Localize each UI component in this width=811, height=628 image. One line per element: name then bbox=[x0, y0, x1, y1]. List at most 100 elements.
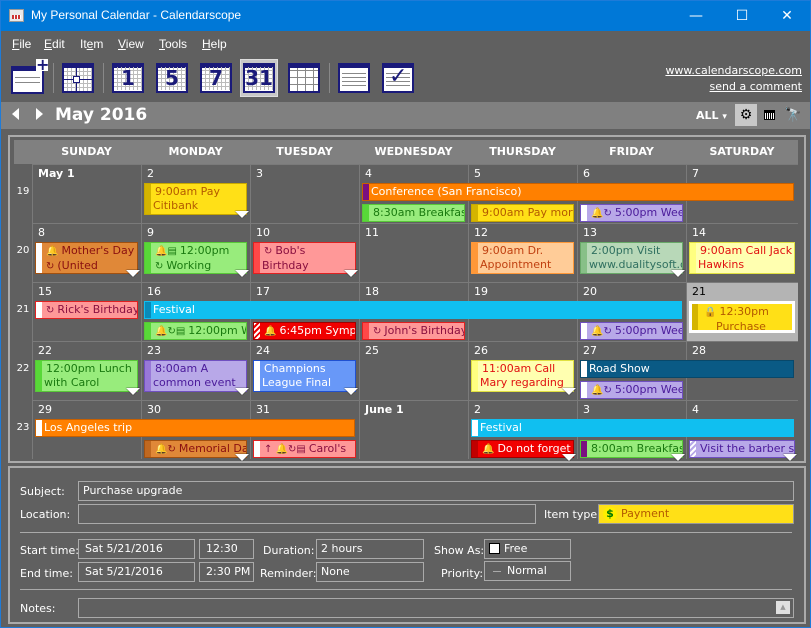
menu-item[interactable]: Item bbox=[80, 37, 103, 51]
more-items-indicator[interactable] bbox=[235, 388, 249, 395]
next-month-button[interactable] bbox=[36, 108, 43, 120]
day-cell[interactable]: 11 bbox=[359, 223, 468, 282]
event-status-icons: 🔔 bbox=[482, 444, 495, 455]
year-view-icon bbox=[288, 63, 320, 93]
tasks-view-button[interactable]: ✓ bbox=[379, 59, 417, 97]
day-cell[interactable]: 3 bbox=[250, 164, 359, 223]
notes-input[interactable]: ▲ bbox=[78, 598, 794, 618]
more-items-indicator[interactable] bbox=[344, 270, 358, 277]
multi-day-event[interactable]: Festival bbox=[144, 301, 682, 319]
more-items-indicator[interactable] bbox=[126, 388, 140, 395]
day-cell[interactable]: 25 bbox=[359, 341, 468, 400]
menu-help[interactable]: Help bbox=[202, 37, 227, 51]
calendar-event[interactable]: 12:00pm Lunch with Carol bbox=[35, 360, 138, 392]
end-time-input[interactable]: 2:30 PM bbox=[199, 562, 254, 582]
calendar-event[interactable]: 8:00am Breakfast with bbox=[580, 440, 683, 458]
start-date-input[interactable]: Sat 5/21/2016 bbox=[78, 539, 195, 559]
workweek-view-button[interactable]: 5 bbox=[153, 59, 191, 97]
multi-day-event[interactable]: Festival bbox=[471, 419, 794, 437]
calendar-event[interactable]: ↑ 🔔↻▤ Carol's bbox=[253, 440, 356, 458]
find-button[interactable]: 🔭 bbox=[782, 104, 804, 126]
calendar-event[interactable]: 🔔Mother's Day ↻(United States) bbox=[35, 242, 138, 274]
more-items-indicator[interactable] bbox=[671, 270, 685, 277]
list-view-button[interactable] bbox=[335, 59, 373, 97]
calendar-event[interactable]: 9:00am Pay Citibank bbox=[144, 183, 247, 215]
settings-button[interactable]: ⚙ bbox=[735, 104, 757, 126]
maximize-button[interactable]: ☐ bbox=[719, 1, 765, 31]
website-link[interactable]: www.calendarscope.com bbox=[665, 63, 802, 79]
duration-input[interactable]: 2 hours bbox=[316, 539, 424, 559]
menu-view[interactable]: View bbox=[118, 37, 144, 51]
recurring-icon: ↻ bbox=[46, 261, 55, 272]
calendar-event[interactable]: Champions League Final bbox=[253, 360, 356, 392]
calendar-event[interactable]: ↻ John's Birthday bbox=[362, 322, 465, 340]
priority-select[interactable]: Normal bbox=[484, 561, 571, 581]
more-items-indicator[interactable] bbox=[235, 211, 249, 218]
calendar-event[interactable]: 8:30am Breakfast with bbox=[362, 204, 465, 222]
selected-event[interactable]: 🔒 12:30pm Purchase bbox=[689, 301, 795, 333]
calendar-picker-button[interactable] bbox=[758, 104, 780, 126]
more-items-indicator[interactable] bbox=[671, 454, 685, 461]
event-title: 8:00am Breakfast with bbox=[591, 442, 682, 455]
multi-day-event[interactable]: Los Angeles trip bbox=[35, 419, 355, 437]
subject-input[interactable]: Purchase upgrade bbox=[78, 481, 794, 501]
multi-day-event[interactable]: Conference (San Francisco) bbox=[362, 183, 794, 201]
day-number: 21 bbox=[692, 285, 706, 298]
menu-file[interactable]: File bbox=[12, 37, 31, 51]
subject-label: Subject: bbox=[20, 485, 65, 498]
calendar-event[interactable]: 9:00am Dr. Appointment bbox=[471, 242, 574, 274]
calendar-event[interactable]: 🔔↻5:00pm Weekly bbox=[580, 381, 683, 399]
calendar-event[interactable]: 🔔↻▤12:00pm Working bbox=[144, 322, 247, 340]
new-item-button[interactable]: + bbox=[8, 57, 49, 97]
menu-tools[interactable]: Tools bbox=[159, 37, 187, 51]
calendar-event[interactable]: 🔔↻5:00pm Weekly bbox=[580, 204, 683, 222]
goto-date-button[interactable] bbox=[59, 59, 97, 97]
day-number: 23 bbox=[147, 344, 161, 357]
show-as-select[interactable]: Free bbox=[484, 539, 571, 559]
day-cell[interactable]: June 1 bbox=[359, 400, 468, 459]
calendar-event[interactable]: 🔔↻Memorial Day bbox=[144, 440, 247, 458]
more-items-indicator[interactable] bbox=[235, 454, 249, 461]
more-items-indicator[interactable] bbox=[126, 270, 140, 277]
more-items-indicator[interactable] bbox=[344, 388, 358, 395]
minimize-button[interactable]: — bbox=[673, 1, 719, 31]
day-number: 16 bbox=[147, 285, 161, 298]
calendar-event[interactable]: 2:00pm Visit www.dualitysoft.com bbox=[580, 242, 683, 274]
calendar-event[interactable]: 9:00am Pay mortgage bbox=[471, 204, 574, 222]
year-view-button[interactable] bbox=[285, 59, 323, 97]
close-button[interactable]: ✕ bbox=[764, 1, 810, 31]
day-view-button[interactable]: 1 bbox=[109, 59, 147, 97]
menu-edit[interactable]: Edit bbox=[44, 37, 65, 51]
previous-month-button[interactable] bbox=[12, 108, 19, 120]
calendar-event[interactable]: 🔔6:45pm Symphony bbox=[253, 322, 356, 340]
send-comment-link[interactable]: send a comment bbox=[665, 79, 802, 95]
calendar-event[interactable]: 11:00am Call Mary regarding bbox=[471, 360, 574, 392]
calendar-event[interactable]: 🔔 Do not forget bbox=[471, 440, 574, 458]
multi-day-event[interactable]: Road Show bbox=[580, 360, 794, 378]
notes-scroll-up-button[interactable]: ▲ bbox=[776, 601, 790, 614]
more-items-indicator[interactable] bbox=[235, 270, 249, 277]
more-items-indicator[interactable] bbox=[562, 388, 576, 395]
end-date-input[interactable]: Sat 5/21/2016 bbox=[78, 562, 195, 582]
calendar-event[interactable]: Visit the barber shop bbox=[689, 440, 795, 458]
calendar-event[interactable]: ↻Bob's Birthday(56 years) bbox=[253, 242, 356, 274]
calendar-event[interactable]: 🔔↻5:00pm Weekly bbox=[580, 322, 683, 340]
calendar-event[interactable]: ↻ Rick's Birthday bbox=[35, 301, 138, 319]
tasks-view-icon: ✓ bbox=[382, 63, 414, 93]
event-line: ↻ John's Birthday bbox=[371, 324, 464, 337]
reminder-select[interactable]: None bbox=[316, 562, 424, 582]
calendar-event[interactable]: 🔔▤ 12:00pm ↻ Working bbox=[144, 242, 247, 274]
event-title: 5:00pm Weekly bbox=[614, 206, 683, 219]
menu-label: dit bbox=[52, 37, 65, 51]
calendar-event[interactable]: 9:00am Call Jack Hawkins bbox=[689, 242, 795, 274]
location-input[interactable] bbox=[78, 504, 536, 524]
more-items-indicator[interactable] bbox=[783, 454, 797, 461]
month-view-button[interactable]: 31 bbox=[240, 59, 278, 97]
week-view-button[interactable]: 7 bbox=[197, 59, 235, 97]
item-type-select[interactable]: $ Payment bbox=[598, 504, 794, 524]
category-filter-dropdown[interactable]: ALL ▾ bbox=[696, 109, 727, 122]
day-cell[interactable]: May 1 bbox=[32, 164, 141, 223]
more-items-indicator[interactable] bbox=[562, 454, 576, 461]
start-time-input[interactable]: 12:30 PM bbox=[199, 539, 254, 573]
calendar-event[interactable]: 8:00am A common event bbox=[144, 360, 247, 392]
